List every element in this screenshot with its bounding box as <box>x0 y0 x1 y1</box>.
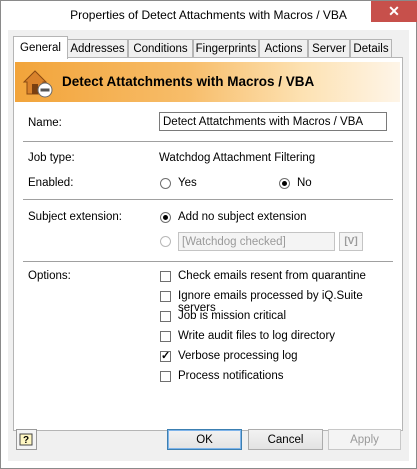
tab-label: General <box>20 42 61 54</box>
job-disabled-icon <box>22 70 53 98</box>
job-type-value: Watchdog Attachment Filtering <box>159 152 316 164</box>
tab-server[interactable]: Server <box>308 39 350 58</box>
banner-title: Detect Attatchments with Macros / VBA <box>62 74 315 89</box>
name-field[interactable]: Detect Attatchments with Macros / VBA <box>159 112 387 131</box>
option-checkbox-verbose-log[interactable] <box>160 349 171 362</box>
job-type-label: Job type: <box>28 152 75 164</box>
enabled-no-radio[interactable] <box>279 178 290 189</box>
tab-actions[interactable]: Actions <box>259 39 308 58</box>
option-checkbox-mission-critical[interactable] <box>160 311 171 322</box>
tab-label: Actions <box>264 43 303 55</box>
option-label[interactable]: Job is mission critical <box>178 310 286 322</box>
help-button[interactable]: ? <box>16 429 37 450</box>
tab-conditions[interactable]: Conditions <box>128 39 193 58</box>
subject-custom-radio[interactable] <box>160 236 171 247</box>
enabled-yes-radio[interactable] <box>160 178 171 189</box>
job-banner: Detect Attatchments with Macros / VBA <box>15 62 400 102</box>
subject-extension-label: Subject extension: <box>28 211 122 223</box>
separator <box>23 199 393 201</box>
tab-label: Conditions <box>133 43 188 55</box>
option-label[interactable]: Write audit files to log directory <box>178 330 335 342</box>
tab-general[interactable]: General <box>13 36 68 59</box>
tab-fingerprints[interactable]: Fingerprints <box>193 39 259 58</box>
subject-none-label[interactable]: Add no subject extension <box>178 211 307 223</box>
subject-extension-button[interactable]: [V] <box>339 232 363 251</box>
help-icon: ? <box>19 433 33 446</box>
close-button[interactable]: ✕ <box>371 1 417 22</box>
tab-label: Server <box>312 43 346 55</box>
tab-label: Details <box>353 43 389 55</box>
option-checkbox-audit-files[interactable] <box>160 331 171 342</box>
svg-text:?: ? <box>23 435 29 446</box>
enabled-yes-label[interactable]: Yes <box>178 177 197 189</box>
apply-button[interactable]: Apply <box>328 429 401 450</box>
subject-none-radio[interactable] <box>160 212 171 223</box>
tab-label: Fingerprints <box>195 43 257 55</box>
general-tab-panel: Detect Attatchments with Macros / VBA Na… <box>13 57 403 431</box>
options-label: Options: <box>28 270 71 282</box>
option-label[interactable]: Process notifications <box>178 370 283 382</box>
enabled-label: Enabled: <box>28 177 74 189</box>
dialog-client-area: General Addresses Conditions Fingerprint… <box>8 30 409 461</box>
option-checkbox-check-resent[interactable] <box>160 271 171 282</box>
option-checkbox-ignore-processed[interactable] <box>160 291 171 302</box>
option-label[interactable]: Verbose processing log <box>178 350 298 362</box>
separator <box>23 261 393 263</box>
enabled-no-label[interactable]: No <box>297 177 312 189</box>
title-bar[interactable]: Properties of Detect Attachments with Ma… <box>1 1 417 30</box>
name-label: Name: <box>28 117 62 129</box>
window-title: Properties of Detect Attachments with Ma… <box>70 8 347 22</box>
separator <box>23 141 393 143</box>
option-checkbox-process-notifications[interactable] <box>160 371 171 382</box>
subject-extension-field[interactable]: [Watchdog checked] <box>178 232 335 251</box>
ok-button[interactable]: OK <box>167 429 242 450</box>
option-label[interactable]: Check emails resent from quarantine <box>178 270 366 282</box>
tab-addresses[interactable]: Addresses <box>67 39 128 58</box>
properties-dialog: Properties of Detect Attachments with Ma… <box>0 0 417 469</box>
tab-details[interactable]: Details <box>350 39 392 58</box>
tab-label: Addresses <box>70 43 125 55</box>
close-icon: ✕ <box>388 3 400 19</box>
cancel-button[interactable]: Cancel <box>248 429 323 450</box>
